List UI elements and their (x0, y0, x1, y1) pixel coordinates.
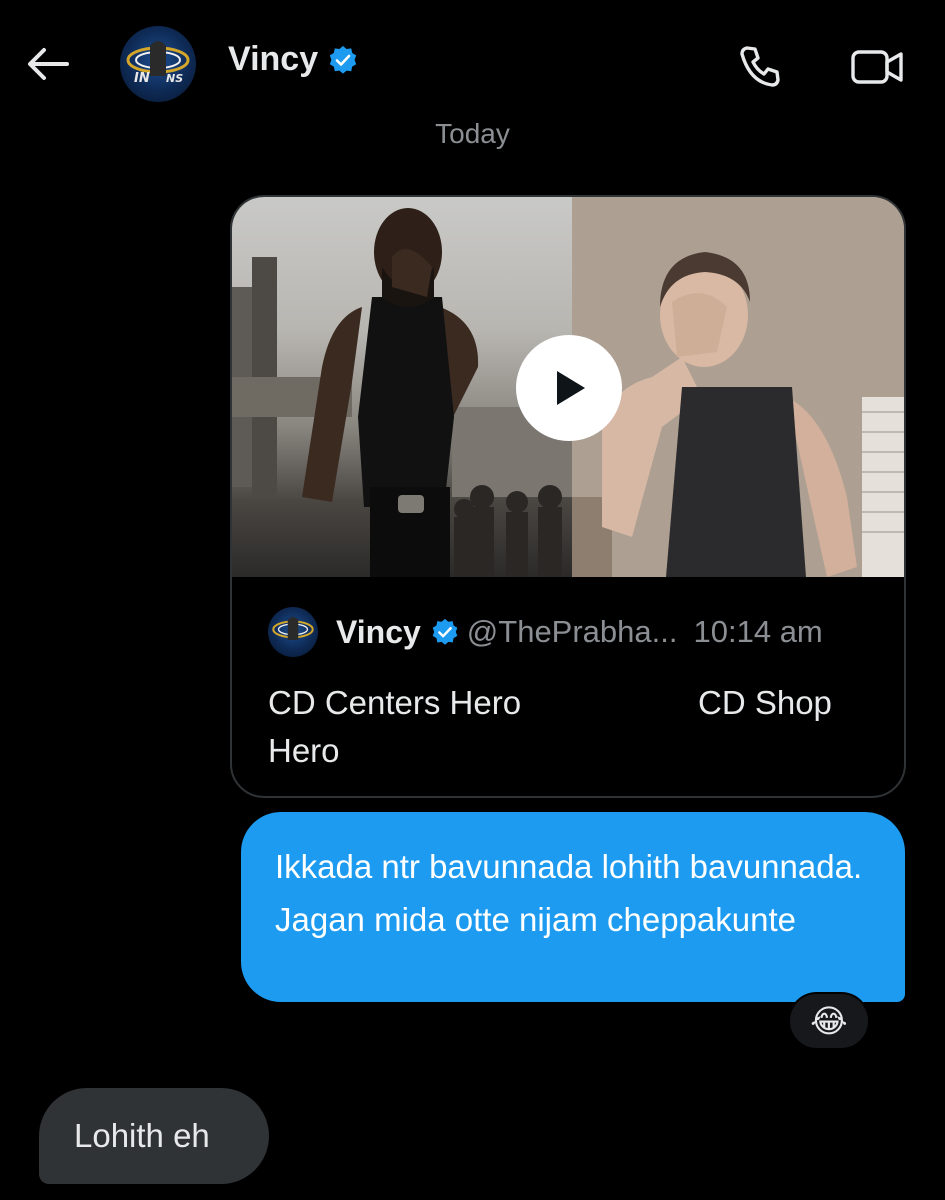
play-icon (557, 371, 585, 405)
post-text-left: CD Centers Hero Hero (268, 684, 522, 769)
shared-post-meta: Vincy @ThePrabha... 10:14 am (268, 607, 868, 657)
avatar-logo-icon: IN NS (126, 41, 190, 86)
thumbnail-right-frame (572, 197, 904, 577)
svg-text:IN: IN (134, 71, 150, 86)
date-separator: Today (435, 118, 510, 149)
shared-post-text: CD Centers Hero Hero CD Shop (268, 679, 868, 775)
post-author-name: Vincy (336, 613, 421, 650)
verified-badge-icon (432, 618, 458, 645)
arrow-left-icon (28, 48, 69, 80)
contact-title[interactable]: Vincy (228, 40, 358, 79)
post-author-avatar[interactable] (268, 607, 318, 657)
video-camera-icon (851, 50, 903, 84)
post-author-handle: @ThePrabha... (466, 614, 678, 649)
shared-post-card[interactable]: Vincy @ThePrabha... 10:14 am CD Centers … (230, 195, 906, 798)
right-frame-illustration (572, 197, 904, 577)
outgoing-message[interactable]: Ikkada ntr bavunnada lohith bavunnada. J… (241, 812, 905, 1002)
svg-text:NS: NS (166, 72, 183, 85)
laughing-emoji-icon: 😂 (810, 1003, 848, 1039)
avatar-logo-icon (272, 616, 314, 640)
incoming-message[interactable]: Lohith eh (39, 1088, 269, 1184)
post-video-thumbnail[interactable] (232, 197, 904, 577)
contact-name: Vincy (228, 40, 319, 78)
back-button[interactable] (22, 38, 74, 90)
post-text-right: CD Shop (698, 684, 832, 721)
phone-icon (740, 46, 780, 87)
contact-avatar[interactable]: IN NS (120, 26, 196, 102)
chat-header: IN NS Vincy (0, 0, 945, 120)
post-timestamp: 10:14 am (693, 614, 823, 649)
play-button[interactable] (516, 335, 622, 441)
verified-badge-icon (329, 45, 357, 74)
video-call-button[interactable] (846, 38, 910, 96)
voice-call-button[interactable] (732, 38, 790, 96)
message-reaction[interactable]: 😂 (788, 992, 870, 1050)
